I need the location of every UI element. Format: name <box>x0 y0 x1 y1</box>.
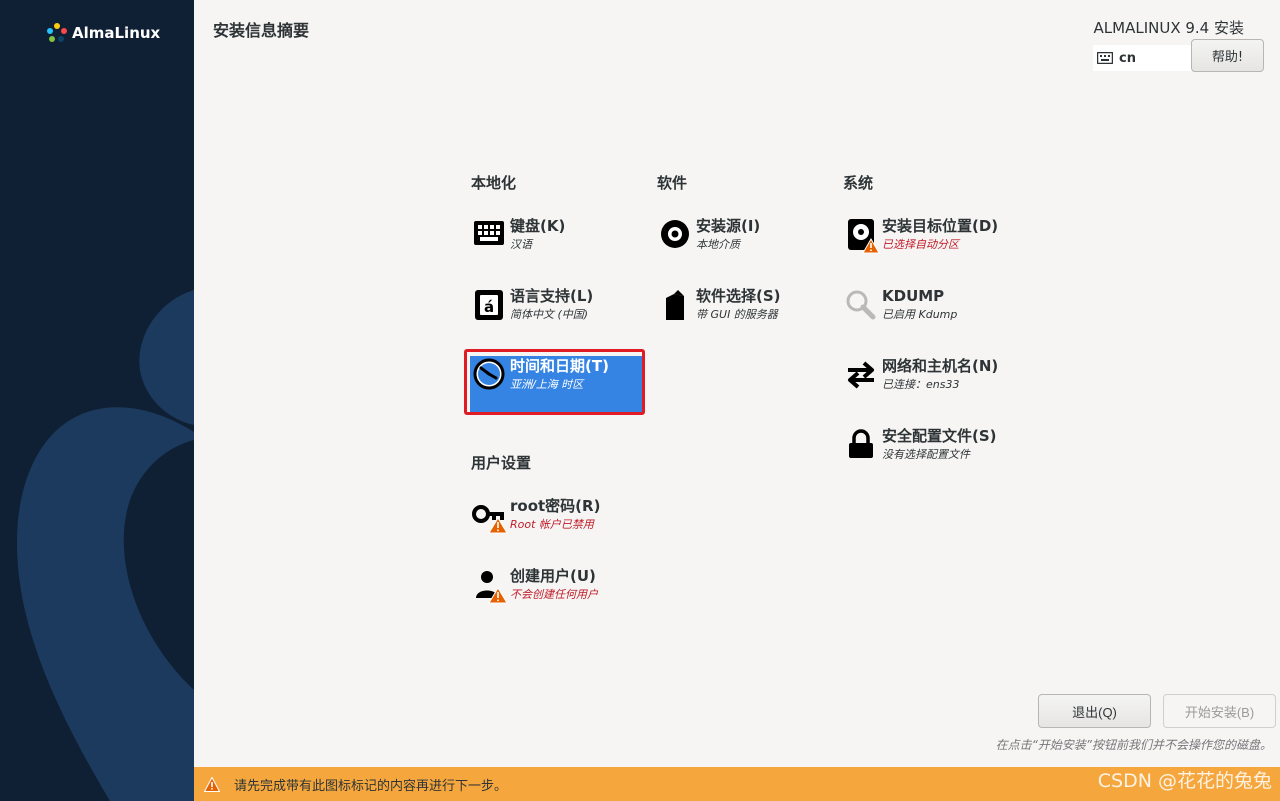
product-title: ALMALINUX 9.4 安装 <box>1093 19 1244 37</box>
spoke-name: 安全配置文件(S) <box>882 427 997 445</box>
spoke-name: 安装源(I) <box>696 217 761 235</box>
watermark: CSDN @花花的兔兔 <box>1097 770 1272 792</box>
spoke-status: 已启用 Kdump <box>882 308 958 321</box>
begin-installation-button[interactable]: 开始安装(B) <box>1163 694 1276 728</box>
help-button[interactable]: 帮助! <box>1191 39 1264 72</box>
logo-text: AlmaLinux <box>72 24 161 42</box>
network-arrows-icon <box>844 358 882 396</box>
section-title-user-settings: 用户设置 <box>471 454 532 472</box>
spoke-create-user[interactable]: 创建用户(U) 不会创建任何用户 <box>470 566 644 624</box>
disk-safety-note: 在点击“开始安装”按钮前我们并不会操作您的磁盘。 <box>995 738 1272 752</box>
main-panel: 安装信息摘要 ALMALINUX 9.4 安装 cn 帮助! 本地化 软件 系统… <box>194 0 1280 801</box>
sidebar-decoration <box>17 290 194 801</box>
warning-message: 请先完成带有此图标标记的内容再进行下一步。 <box>234 778 508 794</box>
spoke-name: 键盘(K) <box>510 217 566 235</box>
spoke-name: root密码(R) <box>510 497 601 515</box>
spoke-status: 没有选择配置文件 <box>882 448 970 461</box>
almalinux-logo-icon <box>47 23 67 42</box>
keyboard-small-icon <box>1097 52 1113 64</box>
spoke-installation-destination[interactable]: 安装目标位置(D) 已选择自动分区 <box>842 216 1016 274</box>
section-title-software: 软件 <box>657 174 688 192</box>
spoke-language[interactable]: á 语言支持(L) 简体中文 (中国) <box>470 286 644 344</box>
spoke-keyboard[interactable]: 键盘(K) 汉语 <box>470 216 644 274</box>
spoke-root-password[interactable]: root密码(R) Root 帐户已禁用 <box>470 496 644 554</box>
spoke-name: KDUMP <box>882 287 945 305</box>
spoke-status: 已连接：ens33 <box>882 378 960 391</box>
section-title-localization: 本地化 <box>471 174 517 192</box>
user-warning-icon <box>472 568 510 606</box>
spoke-name: 网络和主机名(N) <box>882 357 999 375</box>
spoke-name: 语言支持(L) <box>510 287 594 305</box>
spoke-installation-source[interactable]: 安装源(I) 本地介质 <box>656 216 830 274</box>
spoke-software-selection[interactable]: 软件选择(S) 带 GUI 的服务器 <box>656 286 830 344</box>
spoke-status: Root 帐户已禁用 <box>510 518 594 531</box>
lock-icon <box>844 428 882 466</box>
keyboard-icon <box>472 218 510 256</box>
spoke-datetime[interactable]: 时间和日期(T) 亚洲/上海 时区 <box>470 356 644 414</box>
page-title: 安装信息摘要 <box>213 21 310 40</box>
harddisk-warning-icon <box>844 218 882 256</box>
spoke-status: 带 GUI 的服务器 <box>696 308 778 321</box>
quit-button[interactable]: 退出(Q) <box>1038 694 1151 728</box>
spoke-kdump[interactable]: KDUMP 已启用 Kdump <box>842 286 1016 344</box>
spoke-name: 软件选择(S) <box>696 287 781 305</box>
spoke-security-profile[interactable]: 安全配置文件(S) 没有选择配置文件 <box>842 426 1016 484</box>
clock-icon <box>472 358 510 396</box>
language-icon: á <box>472 288 510 326</box>
magnifier-icon <box>844 288 882 326</box>
section-title-system: 系统 <box>843 174 874 192</box>
spoke-status: 简体中文 (中国) <box>510 308 589 321</box>
sidebar: AlmaLinux <box>0 0 194 801</box>
spoke-name: 时间和日期(T) <box>510 357 609 375</box>
spoke-name: 安装目标位置(D) <box>882 217 999 235</box>
keyboard-layout-label: cn <box>1119 50 1136 66</box>
spoke-status: 已选择自动分区 <box>882 238 959 251</box>
spoke-status: 汉语 <box>510 238 532 251</box>
warning-icon <box>204 776 220 792</box>
keyboard-layout-indicator[interactable]: cn <box>1093 45 1193 71</box>
spoke-network-hostname[interactable]: 网络和主机名(N) 已连接：ens33 <box>842 356 1016 414</box>
spoke-name: 创建用户(U) <box>510 567 596 585</box>
disc-icon <box>658 218 696 256</box>
svg-text:á: á <box>484 298 494 316</box>
spoke-status: 本地介质 <box>696 238 740 251</box>
spoke-status: 不会创建任何用户 <box>510 588 598 601</box>
spoke-status: 亚洲/上海 时区 <box>510 378 584 391</box>
package-icon <box>658 288 696 326</box>
key-warning-icon <box>472 498 510 536</box>
almalinux-logo: AlmaLinux <box>46 22 160 44</box>
